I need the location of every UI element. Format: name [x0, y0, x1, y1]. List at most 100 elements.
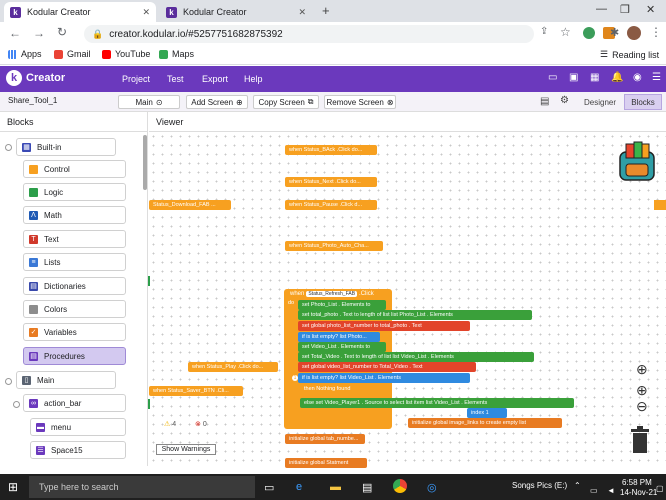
tree-item-logic[interactable]: Logic — [23, 183, 126, 201]
tree-main-screen[interactable]: ▯ Main — [16, 371, 116, 389]
event-block[interactable]: when Status_Photo_Auto_Cha... — [285, 241, 383, 251]
bookmark-star-icon[interactable]: ☆ — [560, 25, 571, 39]
blocks-tab[interactable]: Blocks — [624, 94, 662, 110]
close-tab-icon[interactable]: ✕ — [142, 7, 150, 18]
collapse-toggle-icon[interactable] — [5, 144, 12, 151]
forward-icon[interactable]: → — [33, 26, 45, 40]
zoom-in-icon[interactable]: ⊕ — [636, 382, 648, 399]
settings-gear-icon[interactable]: ⚙ — [560, 95, 569, 106]
event-block[interactable]: when Status_BAck .Click do... — [285, 145, 377, 155]
back-icon[interactable]: ← — [9, 26, 21, 40]
reload-icon[interactable]: ↻ — [57, 25, 67, 39]
clock-date[interactable]: 14-Nov-21 — [620, 488, 657, 497]
collapse-toggle-icon[interactable] — [5, 378, 12, 385]
tree-component-action-bar[interactable]: ∞ action_bar — [23, 394, 126, 412]
set-block[interactable]: set Total_Video . Text to length of list… — [298, 352, 534, 362]
menu-project[interactable]: Project — [122, 74, 150, 84]
warning-toggle[interactable]: ⚠ 4 — [164, 420, 176, 428]
blocks-workspace[interactable] — [149, 132, 666, 466]
volume-icon[interactable]: ◄ — [607, 486, 615, 495]
error-toggle[interactable]: ⊗ 0 — [195, 420, 207, 428]
event-block[interactable]: when Status_Play .Click do... — [188, 362, 278, 372]
windows-start-icon[interactable]: ⊞ — [8, 480, 18, 494]
tree-component-menu[interactable]: ▬ menu — [30, 418, 126, 436]
new-tab-button[interactable]: + — [322, 3, 330, 18]
set-block[interactable]: set total_photo . Text to length of list… — [298, 310, 532, 320]
address-bar[interactable]: 🔒 creator.kodular.io/#5257751682875392 — [84, 25, 534, 43]
tree-item-control[interactable]: Control — [23, 160, 126, 178]
collapse-toggle-icon[interactable] — [13, 401, 20, 408]
index-block[interactable]: index 1 — [467, 408, 507, 418]
clock-time[interactable]: 6:58 PM — [622, 478, 652, 487]
tray-chevron-icon[interactable]: ⌃ — [574, 481, 581, 490]
backpack-icon[interactable] — [614, 138, 660, 184]
window-close-icon[interactable]: ✕ — [646, 3, 655, 16]
copy-screen-button[interactable]: Copy Screen ⧉ — [253, 95, 319, 109]
dashboard-icon[interactable]: ▦ — [590, 72, 599, 83]
tree-scrollbar[interactable] — [143, 135, 147, 190]
screen-selector[interactable]: Main ⊙ — [118, 95, 180, 109]
tree-builtin[interactable]: ▦ Built-in — [16, 138, 116, 156]
recenter-icon[interactable]: ⊕ — [636, 361, 648, 378]
bookmark-maps[interactable]: Maps — [159, 49, 194, 59]
bookmark-youtube[interactable]: YouTube — [102, 49, 150, 59]
event-block[interactable]: when Status_Pause .Click d... — [285, 200, 377, 210]
then-block[interactable]: then Nothing found — [300, 384, 360, 394]
account-icon[interactable]: ◉ — [633, 72, 642, 83]
warning-badge[interactable]: 1 — [292, 375, 298, 381]
trash-icon[interactable] — [629, 426, 651, 454]
initialize-global-block[interactable]: initialize global Statment — [285, 458, 367, 468]
tree-item-variables[interactable]: ✓ Variables — [23, 323, 126, 341]
tree-item-lists[interactable]: ≡ Lists — [23, 253, 126, 271]
chrome-taskbar-icon[interactable] — [393, 479, 407, 493]
tree-item-math[interactable]: Λ Math — [23, 206, 126, 224]
tree-component-space15[interactable]: ☰ Space15 — [30, 441, 126, 459]
tray-drive-label[interactable]: Songs Pics (E:) — [512, 481, 567, 490]
tree-item-colors[interactable]: Colors — [23, 300, 126, 318]
taskbar-search[interactable]: Type here to search — [29, 476, 255, 498]
toggle-layout-icon[interactable]: ▤ — [540, 96, 549, 107]
set-block[interactable]: set Photo_List . Elements to — [298, 300, 386, 310]
store-icon[interactable]: ▤ — [362, 481, 372, 494]
notifications-icon[interactable]: ▢ — [656, 484, 664, 493]
notifications-bell-icon[interactable]: 🔔 — [611, 72, 623, 83]
extension-icon[interactable] — [583, 27, 595, 39]
offscreen-block[interactable] — [654, 200, 666, 210]
menu-help[interactable]: Help — [244, 74, 263, 84]
show-warnings-button[interactable]: Show Warnings — [156, 444, 216, 455]
event-block[interactable]: when Status_Next .Click do... — [285, 177, 377, 187]
minimize-icon[interactable]: — — [596, 3, 607, 15]
set-global-block[interactable]: set global photo_list_number to total_ph… — [298, 321, 470, 331]
edge-icon[interactable]: e — [296, 481, 302, 493]
if-block[interactable]: if is list empty? list Photo... — [298, 332, 380, 342]
extensions-puzzle-icon[interactable]: ✱ — [610, 26, 619, 39]
maximize-icon[interactable]: ❐ — [620, 3, 630, 16]
if-list-empty-block[interactable]: if is list empty? list Video_List . Elem… — [298, 373, 470, 383]
network-icon[interactable]: ▭ — [590, 486, 598, 495]
reading-list[interactable]: ☰ Reading list — [600, 49, 659, 60]
else-set-block[interactable]: else set Video_Player1 . Source to selec… — [300, 398, 574, 408]
app-taskbar-icon[interactable]: ◎ — [427, 481, 437, 494]
tree-item-procedures[interactable]: ▤ Procedures — [23, 347, 126, 365]
event-block[interactable]: Status_Download_FAB ... — [149, 200, 231, 210]
profile-avatar[interactable] — [627, 26, 641, 40]
designer-tab[interactable]: Designer — [578, 94, 622, 110]
tree-item-dictionaries[interactable]: ▤ Dictionaries — [23, 277, 126, 295]
component-slot[interactable]: Status_Refresh_FAB — [306, 291, 358, 297]
remove-screen-button[interactable]: Remove Screen ⊗ — [324, 95, 396, 109]
browser-tab-2[interactable]: k Kodular Creator ✕ — [160, 2, 312, 22]
close-tab-icon[interactable]: ✕ — [298, 7, 306, 18]
menu-export[interactable]: Export — [202, 74, 228, 84]
set-block[interactable]: set Video_List . Elements to — [298, 342, 386, 352]
initialize-global-block[interactable]: initialize global image_links to create … — [408, 418, 562, 428]
bookmark-apps[interactable]: Apps — [8, 49, 42, 59]
header-menu-icon[interactable]: ☰ — [652, 72, 661, 83]
gallery-icon[interactable]: ▣ — [569, 72, 578, 83]
add-screen-button[interactable]: Add Screen ⊕ — [186, 95, 248, 109]
file-explorer-icon[interactable]: ▬ — [330, 481, 341, 493]
projects-folder-icon[interactable]: ▭ — [548, 72, 557, 83]
event-block[interactable]: when Status_Saver_BTN .Cli... — [149, 386, 243, 396]
chrome-menu-icon[interactable]: ⋮ — [650, 25, 662, 39]
menu-test[interactable]: Test — [167, 74, 184, 84]
zoom-out-icon[interactable]: ⊖ — [636, 398, 648, 415]
